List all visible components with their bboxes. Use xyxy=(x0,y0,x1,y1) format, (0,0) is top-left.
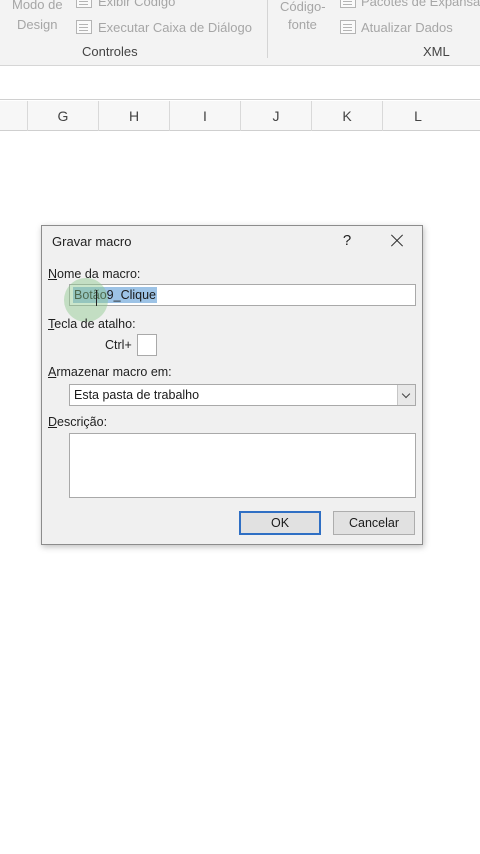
expansion-packs-button[interactable]: Pacotes de Expansão xyxy=(361,0,480,9)
expansion-packs-icon xyxy=(340,0,356,8)
cancel-button[interactable]: Cancelar xyxy=(333,511,415,535)
column-header-k[interactable]: K xyxy=(311,101,382,131)
ctrl-label: Ctrl+ xyxy=(105,338,132,352)
store-macro-value: Esta pasta de trabalho xyxy=(74,388,200,402)
column-header-h[interactable]: H xyxy=(98,101,169,131)
design-mode-label-line2[interactable]: Design xyxy=(17,17,57,32)
cursor-highlight xyxy=(64,278,108,322)
ribbon-separator xyxy=(267,0,268,58)
shortcut-label: Tecla de atalho: xyxy=(48,317,136,331)
refresh-data-button[interactable]: Atualizar Dados xyxy=(361,20,453,35)
ribbon: Modo de Design Exibir Código Executar Ca… xyxy=(0,0,480,66)
refresh-data-icon xyxy=(340,20,356,34)
column-header-l[interactable]: L xyxy=(382,101,453,131)
column-header-g[interactable]: G xyxy=(27,101,98,131)
view-code-button[interactable]: Exibir Código xyxy=(98,0,175,9)
controls-group-label: Controles xyxy=(82,44,138,59)
text-cursor-icon xyxy=(96,290,97,306)
view-code-icon xyxy=(76,0,92,8)
help-button[interactable]: ? xyxy=(340,229,354,253)
run-dialog-button[interactable]: Executar Caixa de Diálogo xyxy=(98,20,252,35)
chevron-down-icon[interactable] xyxy=(397,385,415,405)
column-header-i[interactable]: I xyxy=(169,101,240,131)
macro-name-input[interactable]: Botão9_Clique xyxy=(69,284,416,306)
ok-button[interactable]: OK xyxy=(239,511,321,535)
dialog-title: Gravar macro xyxy=(52,234,132,249)
description-label: Descrição: xyxy=(48,415,108,429)
run-dialog-icon xyxy=(76,20,92,34)
description-textarea[interactable] xyxy=(69,433,416,498)
store-macro-select[interactable]: Esta pasta de trabalho xyxy=(69,384,416,406)
formula-bar-area xyxy=(0,66,480,100)
close-icon[interactable] xyxy=(388,231,406,251)
store-macro-label: Armazenar macro em: xyxy=(48,365,172,379)
column-header-row: G H I J K L xyxy=(0,101,480,131)
column-header-j[interactable]: J xyxy=(240,101,311,131)
xml-group-label: XML xyxy=(423,44,450,59)
design-mode-label-line1[interactable]: Modo de xyxy=(12,0,63,12)
shortcut-key-input[interactable] xyxy=(137,334,157,356)
source-label-line2[interactable]: fonte xyxy=(288,17,317,32)
source-label-line1[interactable]: Código- xyxy=(280,0,326,14)
record-macro-dialog: Gravar macro ? Nome da macro: Botão9_Cli… xyxy=(41,225,423,545)
